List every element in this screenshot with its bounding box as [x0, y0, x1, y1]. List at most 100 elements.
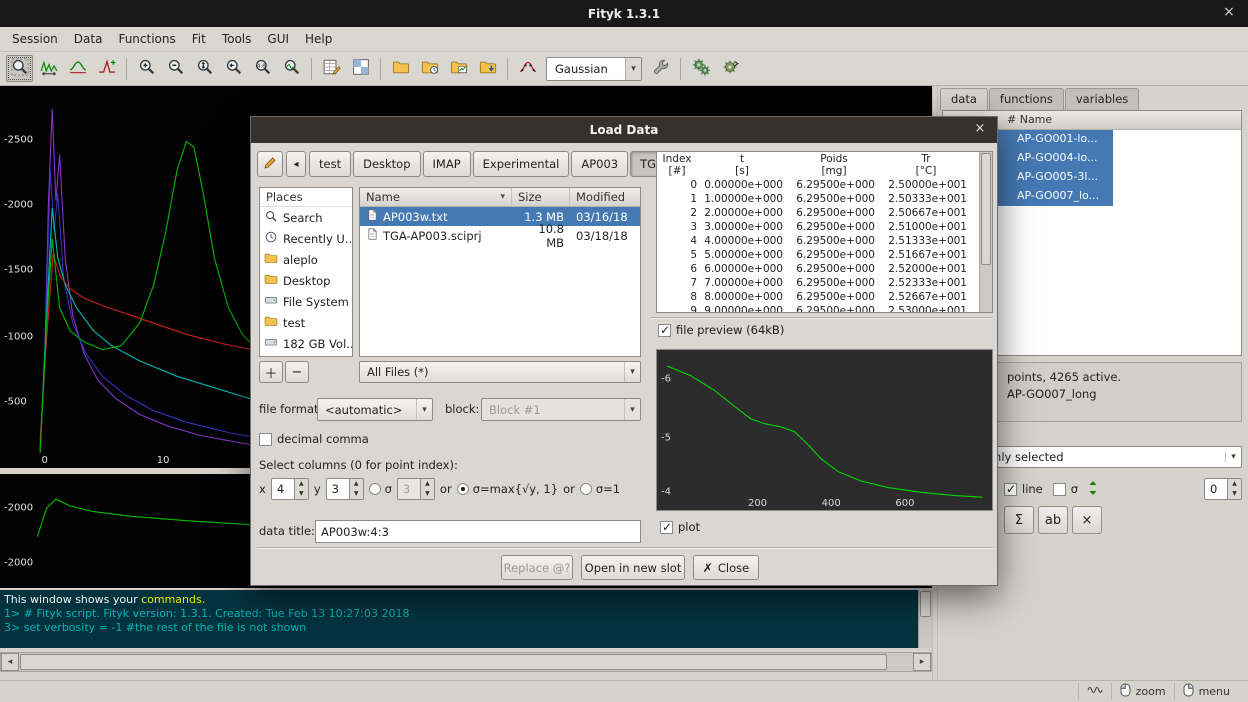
scroll-left-arrow-icon[interactable]: ◂: [1, 653, 19, 671]
menu-help[interactable]: Help: [297, 28, 340, 50]
menu-data[interactable]: Data: [66, 28, 111, 50]
scrollbar-handle[interactable]: [981, 153, 991, 265]
manual-fit-button[interactable]: [514, 55, 541, 82]
delete-dataset-button[interactable]: ×: [1072, 506, 1102, 534]
run-gears-button[interactable]: [716, 55, 743, 82]
zoom-previous-button[interactable]: [220, 55, 247, 82]
place-item[interactable]: test: [260, 312, 352, 333]
place-item[interactable]: aleplo: [260, 249, 352, 270]
menu-tools[interactable]: Tools: [214, 28, 260, 50]
file-format-select[interactable]: <automatic> ▾: [317, 398, 433, 421]
dialog-titlebar[interactable]: Load Data ×: [251, 117, 997, 143]
decimal-comma-checkbox[interactable]: decimal comma: [259, 432, 369, 446]
sigma-checkbox[interactable]: σ: [1053, 482, 1078, 496]
spin-down-icon[interactable]: ▼: [295, 489, 308, 499]
define-function-button[interactable]: [647, 55, 674, 82]
place-item[interactable]: File System: [260, 291, 352, 312]
zoom-all-button[interactable]: [278, 55, 305, 82]
menu-session[interactable]: Session: [4, 28, 66, 50]
preview-cell: 6: [657, 262, 701, 276]
scrollbar-handle[interactable]: [920, 591, 931, 617]
scrollbar-handle[interactable]: [20, 654, 887, 670]
y-column-spinner[interactable]: 3▲▼: [326, 478, 364, 500]
scroll-right-arrow-icon[interactable]: ▸: [913, 653, 931, 671]
file-type-filter-select[interactable]: All Files (*) ▾: [359, 361, 641, 383]
file-row[interactable]: AP003w.txt1.3 MB03/16/18: [360, 207, 640, 226]
column-unit: [s]: [701, 165, 783, 177]
file-preview-checkbox[interactable]: file preview (64kB): [658, 323, 784, 337]
sigma-column-radio[interactable]: σ: [369, 482, 392, 496]
path-button-ap003[interactable]: AP003: [571, 151, 628, 177]
spin-down-icon[interactable]: ▼: [350, 489, 363, 499]
open-file-button[interactable]: [387, 55, 414, 82]
settings-button[interactable]: [347, 55, 374, 82]
horizontal-scrollbar[interactable]: ◂ ▸: [0, 652, 932, 672]
place-item[interactable]: 182 GB Vol...: [260, 333, 352, 354]
column-header-modified[interactable]: Modified: [570, 188, 640, 206]
path-button-desktop[interactable]: Desktop: [353, 151, 420, 177]
open-in-new-slot-button[interactable]: Open in new slot: [581, 555, 685, 580]
output-console[interactable]: This window shows your commands. 1> # Fi…: [0, 590, 932, 648]
place-item[interactable]: Recently U...: [260, 228, 352, 249]
place-item[interactable]: Search: [260, 207, 352, 228]
dialog-close-button[interactable]: ✗Close: [693, 555, 759, 580]
data-range-mode-button[interactable]: [35, 55, 62, 82]
zoom-48-button[interactable]: 4:8: [249, 55, 276, 82]
zoom-out-button[interactable]: [162, 55, 189, 82]
line-checkbox[interactable]: line: [1004, 482, 1043, 496]
window-close-icon[interactable]: ×: [1220, 4, 1238, 20]
menu-functions[interactable]: Functions: [110, 28, 183, 50]
run-script-button[interactable]: [687, 55, 714, 82]
dialog-close-icon[interactable]: ×: [971, 121, 989, 136]
zoom-in-button[interactable]: [133, 55, 160, 82]
add-peak-mode-button[interactable]: [93, 55, 120, 82]
column-header-size[interactable]: Size: [512, 188, 570, 206]
open-recent-button[interactable]: [416, 55, 443, 82]
preview-column-header: Index[#]: [657, 152, 701, 178]
zoom-mode-button[interactable]: [6, 55, 33, 82]
places-actions: ＋ −: [259, 361, 309, 383]
preview-cell: 6.29500e+000: [793, 304, 885, 313]
scrollbar-track[interactable]: [19, 653, 913, 671]
spin-up-icon[interactable]: ▲: [1228, 479, 1241, 489]
file-list: Name▾ Size Modified AP003w.txt1.3 MB03/1…: [359, 187, 641, 357]
add-place-button[interactable]: ＋: [259, 361, 283, 383]
preview-table-scrollbar[interactable]: [979, 152, 992, 312]
spin-up-icon[interactable]: ▲: [295, 479, 308, 489]
zoom-vertical-button[interactable]: [191, 55, 218, 82]
spin-down-icon[interactable]: ▼: [1228, 489, 1241, 499]
spin-up-icon[interactable]: ▲: [350, 479, 363, 489]
path-button-imap[interactable]: IMAP: [423, 151, 471, 177]
shift-spinner[interactable]: 0▲▼: [1204, 478, 1242, 500]
path-button-experimental[interactable]: Experimental: [473, 151, 570, 177]
preview-cell: 6.29500e+000: [793, 276, 885, 290]
sigma-max-radio[interactable]: σ=max{√y, 1}: [457, 482, 558, 496]
sum-datasets-button[interactable]: Σ: [1004, 506, 1034, 534]
menu-gui[interactable]: GUI: [259, 28, 297, 50]
plot-checkbox[interactable]: plot: [660, 520, 700, 534]
function-type-select[interactable]: Gaussian▾: [546, 57, 642, 81]
tab-variables[interactable]: variables: [1065, 88, 1139, 110]
tab-functions[interactable]: functions: [989, 88, 1064, 110]
console-vertical-scrollbar[interactable]: [918, 590, 932, 648]
statusbar-zoom-hint: zoom: [1111, 683, 1174, 700]
column-header-name[interactable]: Name▾: [360, 188, 512, 206]
menu-fit[interactable]: Fit: [184, 28, 214, 50]
plot-style-row: line σ 0▲▼: [1004, 478, 1242, 500]
x-column-spinner[interactable]: 4▲▼: [271, 478, 309, 500]
path-back-button[interactable]: ◂: [286, 151, 306, 177]
data-title-input[interactable]: [315, 520, 641, 543]
remove-place-button[interactable]: −: [285, 361, 309, 383]
rename-dataset-button[interactable]: ab: [1038, 506, 1068, 534]
place-label: Search: [283, 211, 323, 225]
save-session-button[interactable]: [474, 55, 501, 82]
sigma-one-radio[interactable]: σ=1: [580, 482, 620, 496]
type-filename-toggle-button[interactable]: [257, 151, 283, 177]
path-button-test[interactable]: test: [309, 151, 351, 177]
file-row[interactable]: TGA-AP003.sciprj10.8 MB03/18/18: [360, 226, 640, 245]
data-table-button[interactable]: [318, 55, 345, 82]
tab-data[interactable]: data: [940, 88, 988, 110]
save-image-button[interactable]: [445, 55, 472, 82]
baseline-mode-button[interactable]: [64, 55, 91, 82]
place-item[interactable]: Desktop: [260, 270, 352, 291]
